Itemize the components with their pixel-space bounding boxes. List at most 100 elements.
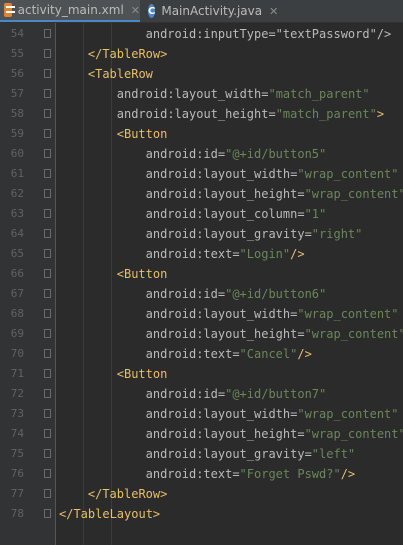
code-token: "Forget Pswd?": [239, 467, 341, 481]
code-token: android:id=: [145, 287, 226, 301]
code-text: android:layout_height="wrap_content": [146, 184, 403, 204]
code-token: "wrap_content": [304, 427, 403, 441]
fold-marker-icon[interactable]: [44, 489, 51, 498]
fold-marker-icon[interactable]: [44, 49, 51, 58]
fold-marker-icon[interactable]: [44, 309, 51, 318]
code-line[interactable]: 76 android:text="Forget Pswd?"/>: [0, 464, 403, 484]
code-token: android:text=: [145, 347, 240, 361]
code-line[interactable]: 68 android:layout_width="wrap_content": [0, 304, 403, 324]
code-line[interactable]: 61 android:layout_width="wrap_content": [0, 164, 403, 184]
code-line[interactable]: 71 <Button: [0, 364, 403, 384]
fold-marker-icon[interactable]: [44, 149, 51, 158]
code-text: android:layout_width="wrap_content": [146, 304, 399, 324]
code-editor[interactable]: 54 android:inputType="textPassword"/> 55 </…: [0, 23, 403, 545]
code-token: android:layout_height=: [145, 427, 305, 441]
code-line[interactable]: 67 android:id="@+id/button6": [0, 284, 403, 304]
code-token: android:id=: [145, 147, 226, 161]
code-token: android:id=: [145, 387, 226, 401]
line-number: 55: [10, 47, 24, 60]
code-line[interactable]: 72 android:id="@+id/button7": [0, 384, 403, 404]
code-token: >: [376, 107, 385, 121]
fold-marker-icon[interactable]: [44, 469, 51, 478]
code-token: "wrap_content": [297, 307, 399, 321]
code-token: <Button: [116, 127, 168, 141]
code-token: android:layout_width=: [116, 87, 269, 101]
fold-marker-icon[interactable]: [44, 329, 51, 338]
code-text: android:id="@+id/button6": [146, 284, 327, 304]
code-line[interactable]: 57 android:layout_width="match_parent": [0, 84, 403, 104]
code-token: "Login": [239, 247, 291, 261]
code-line[interactable]: 54 android:inputType="textPassword"/>: [0, 24, 403, 44]
fold-marker-icon[interactable]: [44, 289, 51, 298]
fold-marker-icon[interactable]: [44, 369, 51, 378]
fold-marker-icon[interactable]: [44, 349, 51, 358]
line-number: 73: [10, 407, 24, 420]
code-line[interactable]: 65 android:text="Login"/>: [0, 244, 403, 264]
fold-marker-icon[interactable]: [44, 189, 51, 198]
code-text: android:layout_gravity="right": [146, 224, 363, 244]
line-number: 76: [10, 467, 24, 480]
fold-marker-icon[interactable]: [44, 429, 51, 438]
code-line[interactable]: 74 android:layout_height="wrap_content": [0, 424, 403, 444]
code-text: android:id="@+id/button5": [146, 144, 327, 164]
code-line[interactable]: 59 <Button: [0, 124, 403, 144]
code-token: android:layout_width=: [145, 307, 298, 321]
tab-main-activity-java[interactable]: C MainActivity.java ✕: [142, 0, 278, 22]
fold-marker-icon[interactable]: [44, 389, 51, 398]
line-number: 54: [10, 27, 24, 40]
fold-marker-icon[interactable]: [44, 409, 51, 418]
tab-activity-main-xml[interactable]: activity_main.xml ✕: [0, 0, 140, 22]
fold-marker-icon[interactable]: [44, 269, 51, 278]
code-line[interactable]: 62 android:layout_height="wrap_content": [0, 184, 403, 204]
code-token: />: [290, 247, 305, 261]
line-number: 57: [10, 87, 24, 100]
line-number: 58: [10, 107, 24, 120]
code-line[interactable]: 56 <TableRow: [0, 64, 403, 84]
code-line[interactable]: 63 android:layout_column="1": [0, 204, 403, 224]
code-line[interactable]: 55 </TableRow>: [0, 44, 403, 64]
line-number: 66: [10, 267, 24, 280]
code-line[interactable]: 73 android:layout_width="wrap_content": [0, 404, 403, 424]
code-line[interactable]: 60 android:id="@+id/button5": [0, 144, 403, 164]
editor-tab-bar: activity_main.xml ✕ C MainActivity.java …: [0, 0, 403, 23]
close-icon[interactable]: ✕: [269, 5, 278, 18]
code-line[interactable]: 58 android:layout_height="match_parent">: [0, 104, 403, 124]
code-text: android:inputType="textPassword"/>: [146, 24, 392, 44]
fold-marker-icon[interactable]: [44, 249, 51, 258]
code-line[interactable]: 66 <Button: [0, 264, 403, 284]
code-token: android:layout_height=: [145, 327, 305, 341]
fold-marker-icon[interactable]: [44, 29, 51, 38]
fold-marker-icon[interactable]: [44, 509, 51, 518]
code-line[interactable]: 77 </TableRow>: [0, 484, 403, 504]
line-number: 75: [10, 447, 24, 460]
code-token: "@+id/button5": [225, 147, 327, 161]
code-line[interactable]: 70 android:text="Cancel"/>: [0, 344, 403, 364]
code-text: android:layout_gravity="left": [146, 444, 356, 464]
line-number: 68: [10, 307, 24, 320]
code-text: android:text="Login"/>: [146, 244, 305, 264]
code-token: "right": [311, 227, 363, 241]
fold-marker-icon[interactable]: [44, 109, 51, 118]
fold-marker-icon[interactable]: [44, 229, 51, 238]
fold-marker-icon[interactable]: [44, 169, 51, 178]
code-text: <Button: [117, 364, 168, 384]
code-line[interactable]: 69 android:layout_height="wrap_content": [0, 324, 403, 344]
code-token: android:layout_column=: [145, 207, 305, 221]
fold-marker-icon[interactable]: [44, 89, 51, 98]
code-token: </TableRow>: [87, 487, 168, 501]
fold-marker-icon[interactable]: [44, 129, 51, 138]
close-icon[interactable]: ✕: [131, 4, 140, 17]
line-number: 72: [10, 387, 24, 400]
xml-file-icon: [4, 3, 15, 17]
line-number: 78: [10, 507, 24, 520]
fold-marker-icon[interactable]: [44, 69, 51, 78]
line-number: 60: [10, 147, 24, 160]
code-line[interactable]: 78 </TableLayout>: [0, 504, 403, 524]
code-line[interactable]: 64 android:layout_gravity="right": [0, 224, 403, 244]
code-token: </TableLayout>: [59, 507, 161, 521]
fold-marker-icon[interactable]: [44, 449, 51, 458]
fold-marker-icon[interactable]: [44, 209, 51, 218]
code-line[interactable]: 75 android:layout_gravity="left": [0, 444, 403, 464]
code-token: android:layout_gravity=: [145, 227, 312, 241]
code-token: android:inputType="textPassword"/>: [145, 27, 392, 41]
